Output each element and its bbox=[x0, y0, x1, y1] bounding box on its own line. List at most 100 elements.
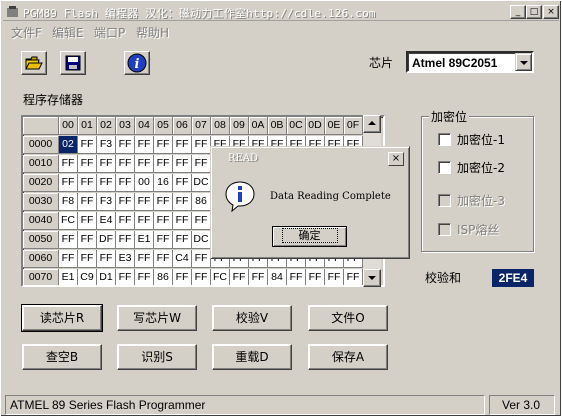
memory-cell[interactable]: F3 bbox=[97, 136, 116, 154]
memory-cell[interactable]: FF bbox=[173, 231, 192, 249]
memory-cell[interactable]: FF bbox=[173, 269, 192, 285]
memory-cell[interactable]: C4 bbox=[173, 250, 192, 268]
verify-button[interactable]: 校验V bbox=[212, 305, 292, 331]
memory-cell[interactable]: FF bbox=[78, 174, 97, 192]
memory-cell[interactable]: FF bbox=[192, 155, 211, 173]
memory-cell[interactable]: FF bbox=[78, 136, 97, 154]
memory-cell[interactable]: D1 bbox=[97, 269, 116, 285]
memory-cell[interactable]: FF bbox=[173, 136, 192, 154]
save-button[interactable]: 保存A bbox=[308, 344, 388, 370]
file-button[interactable]: 文件O bbox=[308, 305, 388, 331]
memory-cell[interactable]: FF bbox=[154, 193, 173, 211]
memory-cell[interactable]: FF bbox=[116, 155, 135, 173]
memory-cell[interactable]: FF bbox=[135, 155, 154, 173]
memory-cell[interactable]: F8 bbox=[59, 193, 78, 211]
memory-cell[interactable]: FF bbox=[116, 136, 135, 154]
memory-cell[interactable]: E1 bbox=[135, 231, 154, 249]
memory-cell[interactable]: FF bbox=[59, 155, 78, 173]
memory-cell[interactable]: 84 bbox=[268, 269, 287, 285]
memory-cell[interactable]: FF bbox=[78, 212, 97, 230]
memory-cell[interactable]: 86 bbox=[154, 269, 173, 285]
memory-cell[interactable]: FF bbox=[154, 136, 173, 154]
memory-cell[interactable]: E3 bbox=[116, 250, 135, 268]
memory-cell[interactable]: FF bbox=[173, 155, 192, 173]
close-button[interactable]: × bbox=[543, 5, 559, 19]
chevron-down-icon[interactable] bbox=[515, 53, 532, 71]
memory-cell[interactable]: FF bbox=[135, 193, 154, 211]
memory-cell[interactable]: 86 bbox=[192, 193, 211, 211]
dialog-title-bar[interactable]: READ × bbox=[214, 150, 406, 168]
memory-cell[interactable]: 16 bbox=[154, 174, 173, 192]
memory-cell[interactable]: FF bbox=[173, 212, 192, 230]
save-disk-button[interactable] bbox=[60, 51, 86, 75]
memory-cell[interactable]: FF bbox=[116, 174, 135, 192]
encrypt-2-checkbox[interactable] bbox=[438, 161, 451, 174]
open-button[interactable] bbox=[21, 51, 47, 75]
memory-cell[interactable]: FF bbox=[135, 250, 154, 268]
memory-cell[interactable]: FF bbox=[192, 212, 211, 230]
memory-cell[interactable]: FF bbox=[78, 231, 97, 249]
memory-cell[interactable]: FF bbox=[135, 136, 154, 154]
minimize-button[interactable]: _ bbox=[510, 5, 526, 19]
memory-cell[interactable]: F3 bbox=[97, 193, 116, 211]
menu-file[interactable]: 文件F bbox=[11, 24, 42, 41]
memory-cell[interactable]: DF bbox=[97, 231, 116, 249]
memory-cell[interactable]: DC bbox=[192, 231, 211, 249]
memory-cell[interactable]: FF bbox=[230, 269, 249, 285]
memory-cell[interactable]: FF bbox=[97, 155, 116, 173]
memory-cell[interactable]: FF bbox=[116, 231, 135, 249]
memory-cell[interactable]: FF bbox=[116, 269, 135, 285]
memory-cell[interactable]: FF bbox=[173, 174, 192, 192]
about-button[interactable]: i bbox=[124, 51, 150, 75]
memory-cell[interactable]: FC bbox=[59, 212, 78, 230]
reload-button[interactable]: 重载D bbox=[212, 344, 292, 370]
encrypt-1-checkbox[interactable] bbox=[438, 133, 451, 146]
maximize-button[interactable]: □ bbox=[526, 5, 542, 19]
memory-cell[interactable]: FF bbox=[59, 174, 78, 192]
memory-cell[interactable]: C9 bbox=[78, 269, 97, 285]
memory-cell[interactable]: FF bbox=[154, 231, 173, 249]
memory-cell[interactable]: FF bbox=[192, 250, 211, 268]
memory-cell[interactable]: FF bbox=[135, 212, 154, 230]
menu-edit[interactable]: 编辑E bbox=[52, 24, 84, 41]
memory-cell[interactable]: FF bbox=[97, 250, 116, 268]
memory-cell[interactable]: FF bbox=[154, 212, 173, 230]
memory-cell[interactable]: FF bbox=[249, 269, 268, 285]
memory-cell[interactable]: DC bbox=[192, 174, 211, 192]
memory-cell[interactable]: 00 bbox=[135, 174, 154, 192]
memory-cell[interactable]: FF bbox=[78, 193, 97, 211]
memory-cell[interactable]: E4 bbox=[97, 212, 116, 230]
memory-cell[interactable]: FF bbox=[78, 155, 97, 173]
memory-cell[interactable]: FF bbox=[135, 269, 154, 285]
memory-cell[interactable]: FF bbox=[325, 269, 344, 285]
memory-cell[interactable]: FF bbox=[344, 269, 363, 285]
identify-button[interactable]: 识别S bbox=[117, 344, 197, 370]
memory-cell[interactable]: FF bbox=[116, 193, 135, 211]
memory-cell[interactable]: FF bbox=[306, 269, 325, 285]
memory-cell[interactable]: FF bbox=[192, 269, 211, 285]
memory-cell[interactable]: FF bbox=[173, 193, 192, 211]
menu-port[interactable]: 端口P bbox=[94, 24, 125, 41]
menu-help[interactable]: 帮助H bbox=[136, 24, 169, 41]
memory-cell[interactable]: FF bbox=[59, 250, 78, 268]
memory-cell[interactable]: E1 bbox=[59, 269, 78, 285]
memory-cell[interactable]: FF bbox=[78, 250, 97, 268]
memory-cell[interactable]: FF bbox=[116, 212, 135, 230]
write-chip-button[interactable]: 写芯片W bbox=[117, 305, 197, 331]
memory-cell[interactable]: 02 bbox=[59, 136, 78, 154]
read-chip-button[interactable]: 读芯片R bbox=[21, 304, 103, 332]
dialog-ok-button[interactable]: 确定 bbox=[272, 226, 347, 247]
scroll-down-icon[interactable] bbox=[363, 269, 381, 287]
memory-cell[interactable]: FF bbox=[59, 231, 78, 249]
memory-cell[interactable]: FF bbox=[97, 174, 116, 192]
title-bar[interactable]: PGM89 Flash 编程器 汉化：磁动力工作室http://cdle.126… bbox=[3, 3, 559, 21]
memory-cell[interactable]: FF bbox=[154, 155, 173, 173]
chip-select[interactable]: Atmel 89C2051 bbox=[406, 51, 534, 73]
memory-cell[interactable]: FF bbox=[154, 250, 173, 268]
memory-cell[interactable]: FF bbox=[287, 269, 306, 285]
dialog-close-button[interactable]: × bbox=[388, 152, 404, 166]
memory-cell[interactable]: FC bbox=[211, 269, 230, 285]
memory-cell[interactable]: FF bbox=[192, 136, 211, 154]
blank-check-button[interactable]: 查空B bbox=[22, 344, 102, 370]
scroll-up-icon[interactable] bbox=[363, 115, 381, 133]
